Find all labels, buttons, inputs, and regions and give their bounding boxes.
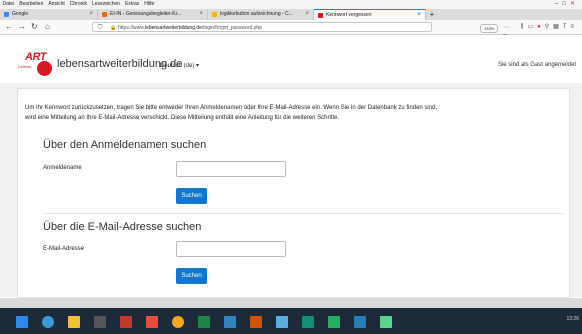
app-icon-green[interactable] <box>328 316 340 328</box>
close-tab-icon[interactable]: × <box>305 9 309 20</box>
search-extension-icon[interactable]: ⚲ <box>545 24 553 30</box>
google-favicon-icon <box>4 12 9 17</box>
menu-icon[interactable]: ≡ <box>570 24 578 30</box>
new-tab-plus-icon[interactable]: + <box>426 9 438 20</box>
site-logo[interactable]: Lebens ART <box>18 51 54 76</box>
username-section-heading: Über den Anmeldenamen suchen <box>43 139 207 151</box>
caret-down-icon: ▾ <box>196 63 200 69</box>
app-menubar: Datei Bearbeiten Ansicht Chronik Lesezei… <box>0 0 582 9</box>
system-tray: 13:26 <box>566 316 579 322</box>
username-label: Anmeldename <box>43 165 82 171</box>
menu-lesezeichen[interactable]: Lesezeichen <box>90 0 123 9</box>
app-icon-dark[interactable] <box>94 316 106 328</box>
file-explorer-icon[interactable] <box>68 316 80 328</box>
windows-start-icon[interactable] <box>16 316 28 328</box>
home-icon[interactable]: ⌂ <box>45 20 50 34</box>
g-favicon-icon <box>212 12 217 17</box>
menu-extras[interactable]: Extras <box>123 0 142 9</box>
logo-small-text: Lebens <box>18 64 32 69</box>
email-search-button[interactable]: Suchen <box>176 268 207 284</box>
toolbar-icons: ⫼▭●⚲▦T≡ <box>521 20 578 34</box>
logo-art-text: ART <box>25 51 46 63</box>
reload-icon[interactable]: ↻ <box>31 20 38 34</box>
app-icon-red-2[interactable] <box>146 316 158 328</box>
app-icon-teal[interactable] <box>302 316 314 328</box>
intro-text: Um Ihr Kennwort zurückzusetzen, tragen S… <box>25 103 570 123</box>
site-header: Lebens ART lebensartweiterbildung.de Deu… <box>0 35 582 84</box>
email-input[interactable] <box>176 241 286 257</box>
email-section-heading: Über die E-Mail-Adresse suchen <box>43 221 202 233</box>
close-window-icon[interactable]: ✕ <box>570 1 579 7</box>
username-search-button[interactable]: Suchen <box>176 188 207 204</box>
tab-kennwort-vergessen[interactable]: Kennwort vergessen × <box>314 9 426 20</box>
maximize-icon[interactable]: □ <box>562 1 570 7</box>
intro-line-2: wird eine Mitteilung an Ihre E-Mail-Adre… <box>25 115 340 121</box>
close-tab-icon[interactable]: × <box>89 9 93 20</box>
page-bottom-area <box>0 298 582 308</box>
os-taskbar: 13:26 <box>0 308 582 334</box>
menu-bearbeiten[interactable]: Bearbeiten <box>17 0 46 9</box>
menu-hilfe[interactable]: Hilfe <box>142 0 157 9</box>
more-actions-icon[interactable]: ⋯ <box>503 25 511 31</box>
tracking-shield-icon[interactable]: ⛉ <box>98 23 103 33</box>
tab-label: Kennwort vergessen <box>326 11 372 18</box>
tab-bar: Google × EI-IN - Genesungsbegleiter-Kr..… <box>0 9 582 20</box>
logo-ball-icon <box>37 61 52 76</box>
app-icon-red[interactable] <box>120 316 132 328</box>
tab-ei-in[interactable]: EI-IN - Genesungsbegleiter-Kr... × <box>98 9 208 20</box>
word-icon[interactable] <box>224 316 236 328</box>
username-input[interactable] <box>176 161 286 177</box>
forgot-password-card: Um Ihr Kennwort zurückzusetzen, tragen S… <box>17 88 570 298</box>
language-selector[interactable]: Deutsch (de) ▾ <box>160 62 199 69</box>
app-icon-green-2[interactable] <box>380 316 392 328</box>
window-controls: –□✕ <box>555 0 579 9</box>
app-icon-blue-2[interactable] <box>354 316 366 328</box>
app-icon-blue[interactable] <box>276 316 288 328</box>
navigation-bar: ← → ↻ ⌂ ⛉ 🔒 https://www.lebensartweiterb… <box>0 20 582 51</box>
back-arrow-icon[interactable]: ← <box>5 20 13 34</box>
close-tab-icon[interactable]: × <box>417 10 421 20</box>
guest-notice: Sie sind als Gast angemeldet <box>497 62 576 68</box>
menu-ansicht[interactable]: Ansicht <box>46 0 67 9</box>
powerpoint-icon[interactable] <box>250 316 262 328</box>
menu-chronik[interactable]: Chronik <box>67 0 89 9</box>
lebensart-favicon-icon <box>318 12 323 18</box>
tab-label: logikkebutton aufzeichnung - C... <box>220 11 293 17</box>
grid-icon[interactable]: ▦ <box>553 24 563 30</box>
zoom-level-badge[interactable]: 133% <box>480 24 499 33</box>
email-label: E-Mail-Adresse <box>43 246 85 252</box>
ei-in-favicon-icon <box>102 12 107 17</box>
tab-label: EI-IN - Genesungsbegleiter-Kr... <box>110 11 182 17</box>
close-tab-icon[interactable]: × <box>199 9 203 20</box>
intro-line-1: Um Ihr Kennwort zurückzusetzen, tragen S… <box>25 105 438 111</box>
tab-logikkebutton[interactable]: logikkebutton aufzeichnung - C... × <box>208 9 314 20</box>
extension-icon[interactable]: ● <box>537 24 545 30</box>
tab-google[interactable]: Google × <box>0 9 98 20</box>
browser-edge-icon[interactable] <box>42 316 54 328</box>
lock-icon[interactable]: 🔒 <box>110 23 116 33</box>
menu-datei[interactable]: Datei <box>0 0 17 9</box>
url-bar[interactable]: ⛉ 🔒 https://www.lebensartweiterbildung.d… <box>92 22 509 51</box>
excel-icon[interactable] <box>198 316 210 328</box>
section-divider <box>43 213 563 214</box>
firefox-icon[interactable] <box>172 316 184 328</box>
tab-label: Google <box>12 11 29 17</box>
url-text[interactable]: https://www.lebensartweiterbildung.de/lo… <box>118 23 262 33</box>
forward-arrow-icon[interactable]: → <box>18 20 26 34</box>
sidebar-icon[interactable]: ▭ <box>527 24 537 30</box>
tray-clock[interactable]: 13:26 <box>566 316 579 322</box>
